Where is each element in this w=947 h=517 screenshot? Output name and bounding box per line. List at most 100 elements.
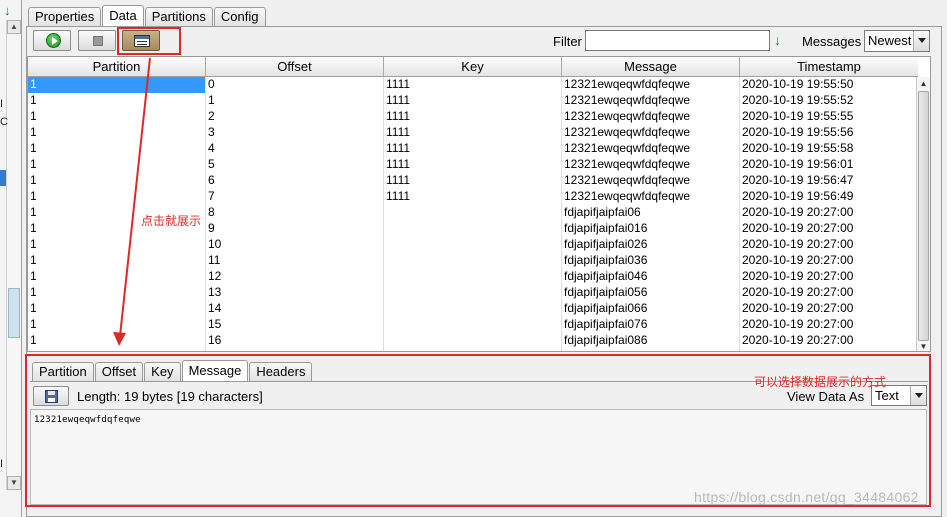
table-cell: 2020-10-19 20:27:00 [742, 237, 854, 251]
table-scroll-thumb[interactable] [918, 91, 929, 341]
table-cell [384, 253, 562, 269]
save-disk-icon [45, 390, 58, 403]
column-header-message[interactable]: Message [562, 57, 740, 77]
table-cell: 2020-10-19 19:55:56 [742, 125, 854, 139]
table-cell: fdjapifjaipfai096 [562, 349, 740, 351]
table-cell: 12321ewqeqwfdqfeqwe [562, 141, 740, 157]
table-row[interactable]: 1 11 fdjapifjaipfai036 2020-10-19 20:27:00 [28, 253, 918, 269]
table-cell: 2020-10-19 20:27:00 [742, 221, 854, 235]
messages-label: Messages [802, 34, 862, 49]
table-cell: 1 [28, 141, 206, 157]
table-cell: 1 [206, 93, 384, 109]
table-row[interactable]: 1 1 1111 12321ewqeqwfdqfeqwe 2020-10-19 19:5… [28, 93, 918, 109]
table-cell: 2020-10-19 19:56:47 [742, 173, 854, 187]
table-cell: fdjapifjaipfai026 [562, 237, 740, 253]
table-row[interactable]: 1 14 fdjapifjaipfai066 2020-10-19 20:27:00 [28, 301, 918, 317]
scroll-up-icon[interactable]: ▲ [7, 20, 21, 34]
messages-select[interactable]: Newest [864, 30, 930, 52]
table-row[interactable]: 117 fdjapifjaipfai0962020-10-19 20:27:00 [28, 349, 918, 351]
table-cell: 9 [206, 221, 384, 237]
table-cell: 1 [28, 285, 206, 301]
table-cell [384, 205, 562, 221]
column-header-timestamp[interactable]: Timestamp [740, 57, 918, 77]
column-header-key[interactable]: Key [384, 57, 562, 77]
detail-tab-message[interactable]: Message [181, 360, 249, 381]
detail-tab-partition[interactable]: Partition [32, 362, 94, 381]
table-row[interactable]: 1 5 1111 12321ewqeqwfdqfeqwe 2020-10-19 19:5… [28, 157, 918, 173]
table-row[interactable]: 1 7 1111 12321ewqeqwfdqfeqwe 2020-10-19 19:5… [28, 189, 918, 205]
table-cell: 12321ewqeqwfdqfeqwe [562, 157, 740, 173]
table-cell: 2020-10-19 19:56:49 [742, 189, 854, 203]
table-cell: 2020-10-19 19:55:58 [742, 141, 854, 155]
table-cell: 2020-10-19 20:27:00 [742, 317, 854, 331]
table-cell: 2020-10-19 20:27:00 [742, 253, 854, 267]
apply-filter-icon[interactable]: ↓ [774, 32, 788, 48]
detail-tab-key[interactable]: Key [144, 362, 181, 381]
tab-config[interactable]: Config [213, 7, 266, 26]
table-cell: 2020-10-19 20:27:00 [742, 333, 854, 347]
table-row[interactable]: 1 3 1111 12321ewqeqwfdqfeqwe 2020-10-19 19:5… [28, 125, 918, 141]
scroll-up-icon[interactable]: ▲ [917, 77, 930, 90]
show-details-button[interactable] [122, 30, 160, 51]
table-cell: 12321ewqeqwfdqfeqwe [562, 109, 740, 125]
table-cell: 1111 [384, 157, 562, 173]
table-cell [384, 333, 562, 349]
table-row[interactable]: 1 12 fdjapifjaipfai046 2020-10-19 20:27:00 [28, 269, 918, 285]
table-cell [384, 285, 562, 301]
table-cell: 2020-10-19 19:56:01 [742, 157, 854, 171]
table-cell: 1 [28, 173, 206, 189]
table-cell: fdjapifjaipfai076 [562, 317, 740, 333]
table-row[interactable]: 1 15 fdjapifjaipfai076 2020-10-19 20:27:00 [28, 317, 918, 333]
table-cell [384, 317, 562, 333]
tab-properties[interactable]: Properties [28, 7, 102, 26]
table-cell: 1 [28, 189, 206, 205]
table-cell: 1 [28, 317, 206, 333]
left-scrollbar[interactable]: ▲ ▼ [6, 20, 21, 490]
table-cell: 1 [28, 109, 206, 125]
table-row[interactable]: 1 13 fdjapifjaipfai056 2020-10-19 20:27:00 [28, 285, 918, 301]
table-cell: 1 [28, 77, 206, 93]
table-row[interactable]: 1 4 1111 12321ewqeqwfdqfeqwe 2020-10-19 19:5… [28, 141, 918, 157]
scroll-down-icon[interactable]: ▼ [917, 340, 930, 351]
length-info: Length: 19 bytes [19 characters] [77, 389, 263, 404]
table-row[interactable]: 1 2 1111 12321ewqeqwfdqfeqwe 2020-10-19 19:5… [28, 109, 918, 125]
table-cell: 2020-10-19 20:27:00 [742, 269, 854, 283]
table-row[interactable]: 1 6 1111 12321ewqeqwfdqfeqwe 2020-10-19 19:5… [28, 173, 918, 189]
left-scroll-thumb[interactable] [8, 288, 20, 338]
table-row[interactable]: 1 0 1111 12321ewqeqwfdqfeqwe 2020-10-19 19:5… [28, 77, 918, 93]
table-header: Partition Offset Key Message Timestamp [28, 57, 918, 77]
table-cell: 2020-10-19 20:27:00 [742, 205, 854, 219]
table-cell: 12321ewqeqwfdqfeqwe [562, 125, 740, 141]
column-header-offset[interactable]: Offset [206, 57, 384, 77]
table-row[interactable]: 1 16 fdjapifjaipfai086 2020-10-19 20:27:00 [28, 333, 918, 349]
messages-table[interactable]: Partition Offset Key Message Timestamp 1 0 111… [27, 56, 931, 352]
start-consumer-button[interactable] [33, 30, 71, 51]
table-cell: fdjapifjaipfai066 [562, 301, 740, 317]
save-button[interactable] [33, 386, 69, 406]
tab-partitions[interactable]: Partitions [144, 7, 213, 26]
table-cell: 1 [28, 333, 206, 349]
view-data-as-label: View Data As [787, 389, 865, 404]
table-cell: 10 [206, 237, 384, 253]
filter-input[interactable] [585, 30, 770, 51]
watermark-text: https://blog.csdn.net/qq_34484062 [694, 489, 919, 505]
refresh-arrow-icon[interactable]: ↓ [4, 4, 18, 18]
column-header-partition[interactable]: Partition [28, 57, 206, 77]
table-cell: 4 [206, 141, 384, 157]
table-cell: 2020-10-19 19:55:55 [742, 109, 854, 123]
table-row[interactable]: 1 10 fdjapifjaipfai026 2020-10-19 20:27:00 [28, 237, 918, 253]
detail-tab-offset[interactable]: Offset [94, 362, 144, 381]
table-cell [384, 237, 562, 253]
table-scrollbar[interactable]: ▲ ▼ [916, 77, 930, 351]
detail-tab-headers[interactable]: Headers [249, 362, 313, 381]
table-cell [384, 301, 562, 317]
scroll-down-icon[interactable]: ▼ [7, 476, 21, 490]
table-cell: 1 [28, 157, 206, 173]
detail-tab-bar: Partition Offset Key Message Headers [32, 360, 313, 381]
table-cell: 1 [28, 237, 206, 253]
stop-consumer-button[interactable] [78, 30, 116, 51]
chevron-down-icon [913, 31, 929, 51]
table-cell: 14 [206, 301, 384, 317]
table-cell: 15 [206, 317, 384, 333]
tab-data[interactable]: Data [102, 5, 144, 26]
